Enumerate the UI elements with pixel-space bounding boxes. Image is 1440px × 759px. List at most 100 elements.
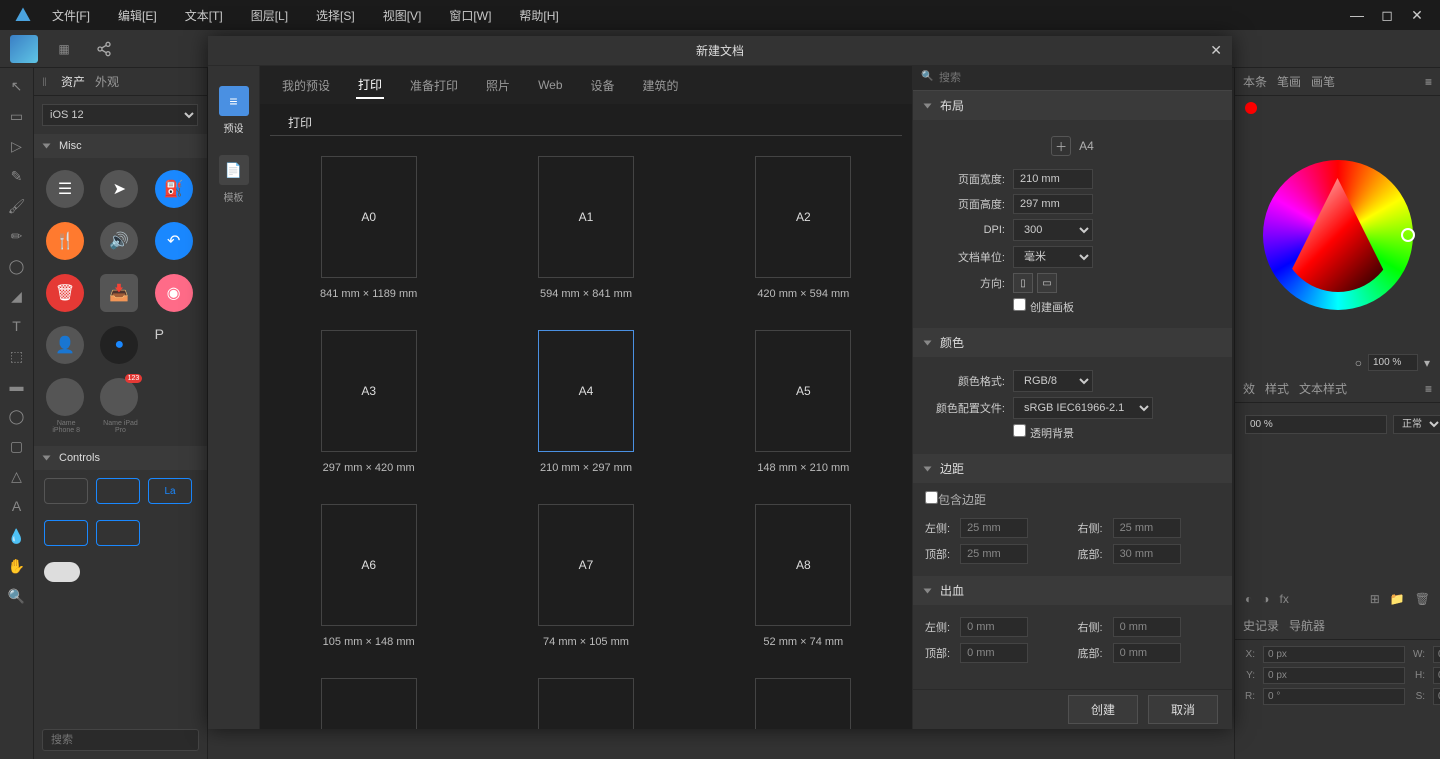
fingerprint-icon[interactable]: ◉ [155, 274, 193, 312]
category-tab[interactable]: 设备 [589, 73, 617, 98]
add-preset-icon[interactable]: ＋ [1051, 136, 1071, 156]
nav-r-input[interactable] [1263, 688, 1405, 705]
panel-menu-icon[interactable]: ≡ [1425, 75, 1432, 89]
preset-item[interactable]: A3297 mm × 420 mm [290, 330, 447, 474]
ellipse-tool-icon[interactable]: ◯ [7, 406, 27, 426]
category-tab[interactable]: 准备打印 [408, 73, 460, 98]
blend-mode-select[interactable]: 正常 [1393, 415, 1440, 434]
dialog-close-icon[interactable]: ✕ [1210, 42, 1222, 59]
menu-view[interactable]: 视图[V] [369, 7, 436, 24]
window-minimize-icon[interactable]: — [1342, 7, 1372, 23]
control-swatch[interactable] [44, 520, 88, 546]
page-width-input[interactable] [1013, 169, 1093, 189]
preset-item[interactable]: A10 [507, 678, 664, 729]
gradient-tool-icon[interactable]: ◢ [7, 286, 27, 306]
record-icon[interactable]: ● [100, 326, 138, 364]
menu-window[interactable]: 窗口[W] [435, 7, 505, 24]
preset-item[interactable]: A4210 mm × 297 mm [507, 330, 664, 474]
margin-bottom-input[interactable] [1113, 544, 1181, 564]
tab-effects[interactable]: 效 [1243, 380, 1255, 397]
preset-item[interactable]: A1594 mm × 841 mm [507, 156, 664, 300]
control-swatch[interactable] [96, 520, 140, 546]
menu-layer[interactable]: 图层[L] [237, 7, 302, 24]
foreground-color-icon[interactable] [1245, 102, 1257, 114]
volume-icon[interactable]: 🔊 [100, 222, 138, 260]
margin-top-input[interactable] [960, 544, 1028, 564]
bleed-top-input[interactable] [960, 643, 1028, 663]
settings-search-input[interactable] [913, 66, 1232, 91]
preset-item[interactable]: A774 mm × 105 mm [507, 504, 664, 648]
triangle-tool-icon[interactable]: △ [7, 466, 27, 486]
assets-search-input[interactable] [42, 729, 199, 751]
transparent-bg-checkbox[interactable] [1013, 424, 1026, 437]
tab-navigator[interactable]: 导航器 [1289, 617, 1325, 634]
rect-tool-icon[interactable]: ▬ [7, 376, 27, 396]
list-icon[interactable]: ☰ [46, 170, 84, 208]
brush-tool-icon[interactable]: 🖌 [7, 196, 27, 216]
category-tab[interactable]: 照片 [484, 73, 512, 98]
tab-presets[interactable]: ≡ 预设 [216, 86, 252, 135]
apple-pay-icon[interactable]: P [155, 326, 195, 364]
grid-icon[interactable]: ▦ [50, 35, 78, 63]
bleed-section-header[interactable]: 出血 [913, 576, 1232, 605]
nav-y-input[interactable] [1263, 667, 1405, 684]
color-profile-select[interactable]: sRGB IEC61966-2.1 [1013, 397, 1153, 419]
misc-header[interactable]: Misc [34, 134, 207, 158]
dropdown-icon[interactable]: ▾ [1424, 356, 1430, 370]
category-tab[interactable]: 我的预设 [280, 73, 332, 98]
device-ipad-icon[interactable]: 123 [100, 378, 138, 416]
preset-item[interactable]: A6105 mm × 148 mm [290, 504, 447, 648]
tab-styles[interactable]: 样式 [1265, 380, 1289, 397]
menu-edit[interactable]: 编辑[E] [104, 7, 171, 24]
tab-brushes[interactable]: 画笔 [1311, 73, 1335, 90]
tab-templates[interactable]: 📄 模板 [216, 155, 252, 204]
control-swatch[interactable] [96, 478, 140, 504]
controls-header[interactable]: Controls [34, 446, 207, 470]
delete-icon[interactable]: 🗑 [46, 274, 84, 312]
preset-item[interactable]: A852 mm × 74 mm [725, 504, 882, 648]
zoom-tool-icon[interactable]: 🔍 [7, 586, 27, 606]
shape-tool-icon[interactable]: ◯ [7, 256, 27, 276]
archive-icon[interactable]: 📥 [100, 274, 138, 312]
menu-file[interactable]: 文件[F] [38, 7, 104, 24]
nav-h-input[interactable] [1433, 667, 1440, 684]
nav-w-input[interactable] [1433, 646, 1440, 663]
preset-item[interactable]: A9 [290, 678, 447, 729]
mask-icon[interactable]: ◐ [1245, 592, 1252, 606]
fx-icon[interactable]: fx [1280, 592, 1289, 606]
nav-s-input[interactable] [1433, 688, 1440, 705]
reply-icon[interactable]: ↶ [155, 222, 193, 260]
layout-section-header[interactable]: 布局 [913, 91, 1232, 120]
dpi-select[interactable]: 300 [1013, 219, 1093, 241]
move-tool-icon[interactable]: ↖ [7, 76, 27, 96]
menu-help[interactable]: 帮助[H] [505, 7, 572, 24]
pencil-tool-icon[interactable]: ✏ [7, 226, 27, 246]
color-wheel[interactable] [1263, 160, 1413, 310]
create-artboard-checkbox[interactable] [1013, 298, 1026, 311]
add-layer-icon[interactable]: ⊞ [1370, 592, 1380, 606]
navigate-icon[interactable]: ➤ [100, 170, 138, 208]
tab-text-styles[interactable]: 文本样式 [1299, 380, 1347, 397]
margin-left-input[interactable] [960, 518, 1028, 538]
bleed-left-input[interactable] [960, 617, 1028, 637]
nav-x-input[interactable] [1263, 646, 1405, 663]
preset-item[interactable]: A0841 mm × 1189 mm [290, 156, 447, 300]
user-icon[interactable]: 👤 [46, 326, 84, 364]
category-tab[interactable]: 打印 [356, 72, 384, 99]
food-icon[interactable]: 🍴 [46, 222, 84, 260]
eyedropper-tool-icon[interactable]: 💧 [7, 526, 27, 546]
color-format-select[interactable]: RGB/8 [1013, 370, 1093, 392]
menu-text[interactable]: 文本[T] [171, 7, 237, 24]
units-select[interactable]: 毫米 [1013, 246, 1093, 268]
menu-select[interactable]: 选择[S] [302, 7, 369, 24]
preset-item[interactable]: Letter [725, 678, 882, 729]
folder-icon[interactable]: 📁 [1390, 592, 1405, 606]
tab-swatches[interactable]: 本条 [1243, 73, 1267, 90]
tab-assets[interactable]: 资产 [61, 73, 85, 90]
toggle-switch[interactable] [44, 562, 80, 582]
page-height-input[interactable] [1013, 194, 1093, 214]
orientation-portrait-icon[interactable]: ▯ [1013, 273, 1033, 293]
margins-section-header[interactable]: 边距 [913, 454, 1232, 483]
node-tool-icon[interactable]: ▷ [7, 136, 27, 156]
bleed-right-input[interactable] [1113, 617, 1181, 637]
